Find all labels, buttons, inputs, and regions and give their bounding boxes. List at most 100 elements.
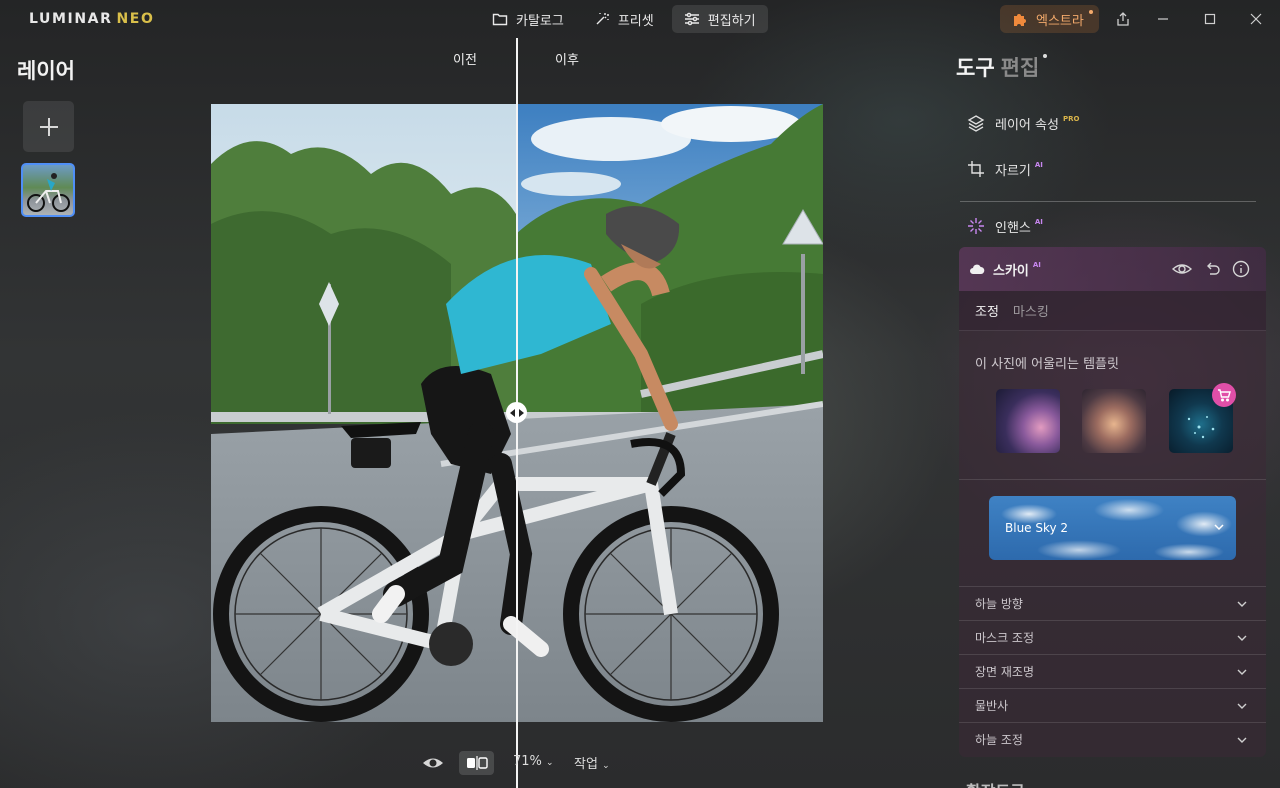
chevron-down-icon bbox=[1237, 635, 1247, 641]
preview-toggle-button[interactable] bbox=[422, 753, 444, 773]
compare-split-button[interactable] bbox=[459, 751, 494, 775]
shop-badge[interactable] bbox=[1212, 383, 1236, 407]
puzzle-icon bbox=[1014, 14, 1026, 26]
info-icon bbox=[1232, 260, 1250, 278]
section-label: 하늘 방향 bbox=[975, 597, 1023, 611]
right-panel-tabs: 도구 편집 bbox=[956, 52, 1048, 82]
logo-main: LUMINAR bbox=[29, 11, 113, 27]
layer-thumbnail[interactable] bbox=[21, 163, 75, 217]
section-label: 마스크 조정 bbox=[975, 631, 1035, 645]
addon-tools-title: 확장도구 bbox=[966, 778, 1025, 788]
tab-tools[interactable]: 도구 bbox=[956, 56, 995, 80]
close-icon bbox=[1250, 13, 1262, 25]
ai-badge: AI bbox=[1034, 161, 1043, 169]
plus-icon bbox=[39, 117, 58, 136]
pro-badge: PRO bbox=[1062, 115, 1080, 123]
section-sky-adjust[interactable]: 하늘 조정 bbox=[959, 722, 1266, 756]
selected-sky-name: Blue Sky 2 bbox=[1005, 521, 1069, 535]
layers-title: 레이어 bbox=[17, 59, 75, 83]
sparkle-icon bbox=[968, 218, 984, 234]
maximize-icon bbox=[1204, 13, 1216, 25]
compare-split-handle[interactable] bbox=[506, 402, 527, 423]
chevron-down-icon: ⌄ bbox=[602, 761, 610, 771]
sky-template-milky-way-warm[interactable] bbox=[1082, 389, 1146, 453]
minimize-icon bbox=[1158, 18, 1168, 20]
top-bar: LUMINAR NEO 카탈로그 프리셋 편집하기 엑스트라 bbox=[0, 0, 1280, 38]
section-water-reflection[interactable]: 물반사 bbox=[959, 688, 1266, 722]
close-button[interactable] bbox=[1247, 10, 1265, 28]
tab-edit[interactable]: 편집 bbox=[1001, 56, 1040, 80]
chevron-down-icon bbox=[1237, 737, 1247, 743]
extras-button[interactable]: 엑스트라 bbox=[1000, 5, 1099, 33]
tool-crop-label: 자르기 bbox=[995, 163, 1031, 179]
eye-icon bbox=[1171, 264, 1193, 274]
extras-notification-dot bbox=[1089, 10, 1093, 14]
section-scene-relight[interactable]: 장면 재조명 bbox=[959, 654, 1266, 688]
ai-badge: AI bbox=[1032, 261, 1041, 269]
layers-icon bbox=[967, 115, 985, 132]
share-button[interactable] bbox=[1114, 10, 1132, 28]
sky-tool-header[interactable]: 스카이 AI bbox=[959, 247, 1266, 291]
chevron-down-icon bbox=[1237, 601, 1247, 607]
maximize-button[interactable] bbox=[1201, 10, 1219, 28]
tool-enhance[interactable]: 인핸스 AI bbox=[967, 214, 1043, 238]
nav-edit[interactable]: 편집하기 bbox=[671, 5, 768, 33]
sliders-icon bbox=[684, 12, 699, 26]
reset-button[interactable] bbox=[1204, 260, 1222, 278]
section-label: 장면 재조명 bbox=[975, 665, 1035, 679]
section-label: 물반사 bbox=[975, 699, 1009, 713]
app-logo: LUMINAR NEO bbox=[29, 11, 154, 27]
sky-tool-title: 스카이 bbox=[993, 263, 1029, 279]
subtab-adjust[interactable]: 조정 bbox=[975, 301, 999, 320]
info-button[interactable] bbox=[1232, 260, 1250, 278]
add-layer-button[interactable] bbox=[23, 101, 74, 152]
tool-crop[interactable]: 자르기 AI bbox=[967, 157, 1043, 181]
folder-icon bbox=[492, 13, 508, 26]
subtab-masking[interactable]: 마스킹 bbox=[1013, 301, 1049, 320]
templates-title: 이 사진에 어울리는 템플릿 bbox=[975, 357, 1119, 372]
templates-divider bbox=[959, 479, 1266, 480]
compare-before-label: 이전 bbox=[453, 53, 477, 68]
minimize-button[interactable] bbox=[1154, 10, 1172, 28]
tool-enhance-label: 인핸스 bbox=[995, 220, 1031, 236]
ai-badge: AI bbox=[1034, 218, 1043, 226]
share-icon bbox=[1117, 12, 1129, 26]
logo-neo: NEO bbox=[116, 11, 155, 27]
undo-icon bbox=[1207, 262, 1220, 275]
cart-icon bbox=[1218, 389, 1231, 402]
work-dropdown[interactable]: 작업 ⌄ bbox=[574, 753, 610, 772]
main-nav: 카탈로그 프리셋 편집하기 bbox=[480, 5, 768, 33]
chevron-down-icon bbox=[1237, 703, 1247, 709]
zoom-dropdown[interactable]: 71% ⌄ bbox=[513, 754, 554, 769]
chevron-down-icon bbox=[1237, 669, 1247, 675]
zoom-value: 71% bbox=[513, 754, 542, 769]
extras-label: 엑스트라 bbox=[1036, 13, 1084, 29]
sky-tool-panel: 스카이 AI 조정 마스킹 이 사진에 어울리는 템플릿 Blue Sky 2 … bbox=[959, 247, 1266, 757]
tool-layer-properties[interactable]: 레이어 속성 PRO bbox=[967, 111, 1079, 135]
bicycle-thumbnail-image bbox=[27, 173, 70, 212]
nav-presets-label: 프리셋 bbox=[617, 13, 654, 29]
crop-icon bbox=[968, 161, 984, 177]
magic-wand-icon bbox=[596, 13, 609, 25]
chevron-down-icon: ⌄ bbox=[546, 758, 554, 768]
sky-selection-dropdown[interactable]: Blue Sky 2 bbox=[989, 496, 1236, 560]
chevron-down-icon bbox=[1214, 524, 1224, 531]
work-label: 작업 bbox=[574, 757, 598, 772]
eye-icon bbox=[423, 758, 443, 768]
sky-template-milky-way-purple[interactable] bbox=[996, 389, 1060, 453]
nav-presets[interactable]: 프리셋 bbox=[582, 5, 666, 33]
section-mask-adjust[interactable]: 마스크 조정 bbox=[959, 620, 1266, 654]
nav-catalog-label: 카탈로그 bbox=[516, 13, 564, 29]
nav-catalog[interactable]: 카탈로그 bbox=[480, 5, 576, 33]
tools-divider bbox=[960, 201, 1256, 202]
cloud-icon bbox=[970, 264, 985, 274]
drag-arrows-icon bbox=[509, 408, 524, 417]
visibility-toggle-button[interactable] bbox=[1171, 260, 1193, 278]
compare-after-label: 이후 bbox=[555, 53, 579, 68]
section-label: 하늘 조정 bbox=[975, 733, 1023, 747]
section-sky-orientation[interactable]: 하늘 방향 bbox=[959, 586, 1266, 620]
split-view-icon bbox=[466, 756, 488, 770]
sky-subtabs: 조정 마스킹 bbox=[959, 291, 1266, 331]
tool-layer-properties-label: 레이어 속성 bbox=[995, 117, 1059, 133]
nav-edit-label: 편집하기 bbox=[707, 13, 756, 29]
